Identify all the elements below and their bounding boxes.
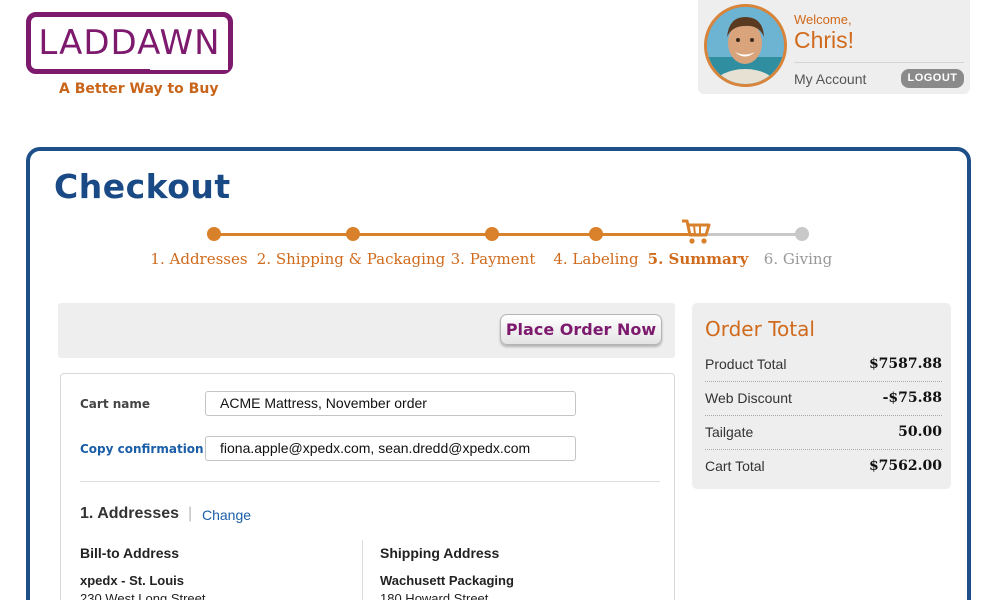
row-value: $7587.88 bbox=[868, 356, 942, 372]
address-divider bbox=[362, 540, 363, 600]
row-value: 50.00 bbox=[898, 424, 942, 440]
row-label: Cart Total bbox=[705, 458, 765, 474]
step-4-dot bbox=[589, 227, 603, 241]
row-value: $7562.00 bbox=[868, 458, 942, 474]
bill-to-line1: 230 West Long Street bbox=[80, 591, 206, 600]
bill-to-name: xpedx - St. Louis bbox=[80, 573, 185, 588]
step-6-label: 6. Giving bbox=[763, 250, 833, 268]
step-2-dot bbox=[346, 227, 360, 241]
row-value: -$75.88 bbox=[882, 390, 942, 406]
ship-to-name: Wachusett Packaging bbox=[380, 573, 514, 588]
step-6-dot bbox=[795, 227, 809, 241]
cart-icon bbox=[681, 218, 711, 246]
page-title: Checkout bbox=[54, 167, 231, 206]
row-label: Web Discount bbox=[705, 390, 792, 406]
avatar-photo-icon bbox=[707, 7, 784, 84]
step-3-label[interactable]: 3. Payment bbox=[451, 250, 536, 268]
order-total-row: Product Total $7587.88 bbox=[705, 348, 942, 382]
ship-to-heading: Shipping Address bbox=[380, 545, 500, 561]
my-account-link[interactable]: My Account bbox=[794, 71, 866, 87]
step-1-dot bbox=[207, 227, 221, 241]
user-panel: Welcome, Chris! My Account LOGOUT bbox=[698, 0, 970, 94]
cart-name-input[interactable]: ACME Mattress, November order bbox=[205, 391, 576, 416]
logo-text: LADDAWN bbox=[38, 23, 221, 63]
copy-confirmation-label[interactable]: Copy confirmation to bbox=[80, 442, 222, 456]
progress-line-pending bbox=[696, 233, 802, 236]
bill-to-heading: Bill-to Address bbox=[80, 545, 180, 561]
welcome-text: Welcome, bbox=[794, 12, 852, 27]
place-order-button[interactable]: Place Order Now bbox=[500, 314, 662, 345]
avatar[interactable] bbox=[704, 4, 787, 87]
brand-tagline: A Better Way to Buy bbox=[59, 81, 219, 97]
addresses-section-title: 1. Addresses bbox=[80, 505, 180, 522]
ship-to-line1: 180 Howard Street bbox=[380, 591, 489, 600]
panel-divider bbox=[794, 62, 964, 63]
step-5-label[interactable]: 5. Summary bbox=[648, 250, 749, 268]
change-addresses-link[interactable]: Change bbox=[202, 507, 251, 523]
order-total-row: Cart Total $7562.00 bbox=[705, 450, 942, 484]
title-separator: | bbox=[188, 505, 193, 522]
row-label: Tailgate bbox=[705, 424, 754, 440]
form-divider bbox=[80, 481, 660, 482]
step-3-dot bbox=[485, 227, 499, 241]
copy-confirmation-input[interactable]: fiona.apple@xpedx.com, sean.dredd@xpedx.… bbox=[205, 436, 576, 461]
progress-line-done bbox=[214, 233, 696, 236]
row-label: Product Total bbox=[705, 356, 787, 372]
order-total-row: Tailgate 50.00 bbox=[705, 416, 942, 450]
cart-name-label: Cart name bbox=[80, 397, 151, 411]
step-2-label[interactable]: 2. Shipping & Packaging bbox=[257, 250, 445, 268]
user-name: Chris! bbox=[794, 27, 855, 53]
order-total-title: Order Total bbox=[705, 317, 815, 341]
logo-tail bbox=[150, 58, 228, 70]
order-total-row: Web Discount -$75.88 bbox=[705, 382, 942, 416]
step-4-label[interactable]: 4. Labeling bbox=[553, 250, 638, 268]
logout-button[interactable]: LOGOUT bbox=[901, 69, 964, 88]
step-1-label[interactable]: 1. Addresses bbox=[150, 250, 247, 268]
